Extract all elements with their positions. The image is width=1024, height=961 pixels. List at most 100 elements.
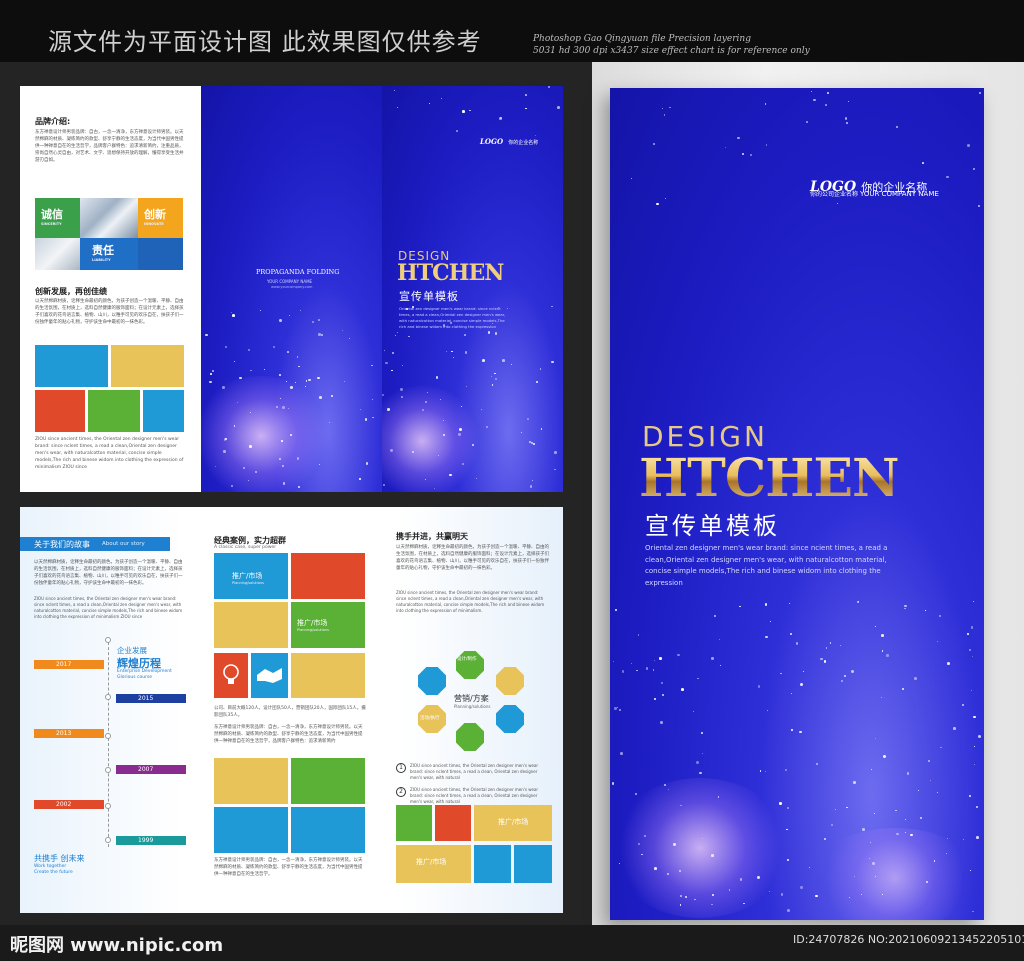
innovation-heading: 创新发展，再创佳绩 — [35, 287, 107, 296]
sparkle — [765, 636, 768, 639]
sparkle — [977, 734, 981, 738]
sparkle — [461, 110, 465, 113]
inner-top-right-panel: LOGO 你的企业名称 DESIGN HTCHEN 宣传单模板 Oriental… — [382, 86, 563, 492]
year-2002: 2002 — [34, 800, 104, 809]
oct-center-en: Planning/solutions — [454, 704, 491, 709]
sparkle — [659, 657, 662, 660]
case-tile-blue-en: Planning/solutions — [232, 581, 264, 585]
glow-4 — [810, 828, 980, 920]
sparkle — [372, 416, 374, 419]
point-1-circle: 1 — [396, 763, 406, 773]
sparkle — [852, 780, 856, 784]
win-text: 以天然棉麻材质，诠释生命最初的颜色，为孩子创造一个温暖、平静、自由的生活氛围，在… — [396, 545, 549, 571]
sparkle — [636, 669, 638, 672]
case-tile-red-bulb — [214, 653, 248, 698]
sparkle — [789, 632, 792, 635]
top-banner: 源文件为平面设计图 此效果图仅供参考 Photoshop Gao Qingyua… — [0, 0, 1024, 62]
sparkle — [743, 902, 745, 905]
sparkle — [839, 644, 841, 646]
sparkle — [385, 361, 388, 365]
propaganda-sub: YOUR COMPANY NAME — [267, 279, 313, 284]
sparkle — [769, 621, 771, 623]
blue-tile — [138, 238, 183, 270]
point-2-text: ZIOU since ancient times, the Oriental z… — [410, 787, 539, 804]
sparkle — [973, 715, 976, 719]
sparkle — [298, 365, 300, 367]
sparkle — [692, 710, 695, 712]
glow-2 — [382, 386, 482, 492]
sparkle — [318, 396, 322, 400]
sparkle — [481, 359, 485, 362]
col3-tile-yellow-big-label: 推广/市场 — [416, 858, 447, 866]
sparkle — [525, 94, 527, 96]
sparkle — [396, 331, 398, 333]
sparkle — [320, 334, 323, 337]
timeline-dot-6 — [105, 837, 111, 843]
sparkle — [846, 806, 848, 809]
tile-innovate-label: 创新 — [144, 208, 166, 221]
sparkle — [780, 893, 783, 896]
sparkle — [526, 417, 529, 420]
footer-id: ID:24707826 NO:20210609213452205101 — [793, 933, 1024, 946]
sparkle — [275, 405, 278, 409]
sparkle — [969, 870, 971, 871]
sparkle — [881, 650, 883, 652]
sparkle — [757, 685, 760, 688]
story-heading-bar: 关于我们的故事 About our story — [20, 537, 170, 551]
cover-logo-sub: 你的公司企业名称 YOUR COMPANY NAME — [810, 189, 939, 198]
col3-tile-green — [396, 805, 432, 841]
col3-tile-yellow: 推广/市场 — [474, 805, 552, 841]
innovation-text: 以天然棉麻材质，诠释生命最初的颜色，为孩子创造一个温暖、平静、自由的生活氛围，在… — [35, 299, 184, 325]
sparkle — [719, 664, 721, 666]
case-tile-yellow-2 — [291, 653, 365, 698]
sparkle — [458, 427, 462, 431]
future-en1: Work together — [34, 864, 67, 869]
color-tile-blue-2 — [143, 390, 184, 432]
sparkle — [881, 634, 884, 637]
tile-sincerity-label: 诚信 — [41, 208, 63, 221]
sparkle — [425, 400, 428, 403]
sparkle — [460, 405, 462, 407]
case-text3: 东方禅意设计师男装品牌：自古，一念一清净，东方禅意设计师男装。以天然棉麻的材质、… — [214, 858, 363, 877]
sparkle — [441, 97, 443, 99]
color-tile-yellow — [111, 345, 184, 387]
sparkle — [757, 876, 760, 879]
sparkle — [500, 116, 503, 119]
small-title-cn: 宣传单模板 — [399, 290, 459, 303]
oct-center-label: 营销/方案 — [454, 694, 489, 703]
sparkle — [737, 137, 740, 140]
sparkle — [308, 378, 311, 382]
sparkle — [296, 457, 300, 460]
lightbulb-icon — [223, 664, 239, 684]
photo-tile — [80, 198, 138, 238]
sparkle — [936, 640, 938, 642]
sparkle — [788, 602, 791, 604]
sparkle — [317, 376, 320, 380]
color-tile-green — [88, 390, 140, 432]
inner-top-left-panel: 品牌介绍: 东方禅意设计师男装品牌：自古，一念一清净，东方禅意设计师男装。以天然… — [20, 86, 201, 492]
sparkle — [834, 808, 836, 810]
sparkle — [679, 904, 682, 906]
tile-liability-en: LIABILITY — [92, 258, 111, 262]
sparkle — [619, 752, 623, 755]
sparkle — [919, 816, 922, 820]
oct-top-label: 设计/制作 — [457, 657, 477, 662]
sparkle — [699, 771, 702, 774]
sparkle — [318, 333, 321, 336]
sparkle — [210, 372, 213, 375]
sparkle — [660, 721, 663, 724]
sparkle — [886, 654, 889, 657]
tile-liability-label: 责任 — [92, 244, 114, 257]
cover-htchen: HTCHEN — [639, 448, 900, 509]
cover-logo-sub-en: YOUR COMPANY NAME — [859, 190, 939, 198]
propaganda-sub2: www.yourcompany.com — [271, 285, 313, 289]
case-tile-red — [291, 553, 365, 599]
sparkle — [966, 144, 970, 148]
sparkle — [684, 896, 687, 899]
sparkle — [428, 102, 430, 104]
banner-title-cn: 源文件为平面设计图 此效果图仅供参考 — [48, 28, 482, 56]
sparkle — [973, 745, 975, 747]
timeline-dot — [105, 637, 111, 643]
sparkle — [618, 862, 621, 865]
brand-heading: 品牌介绍: — [35, 117, 71, 126]
